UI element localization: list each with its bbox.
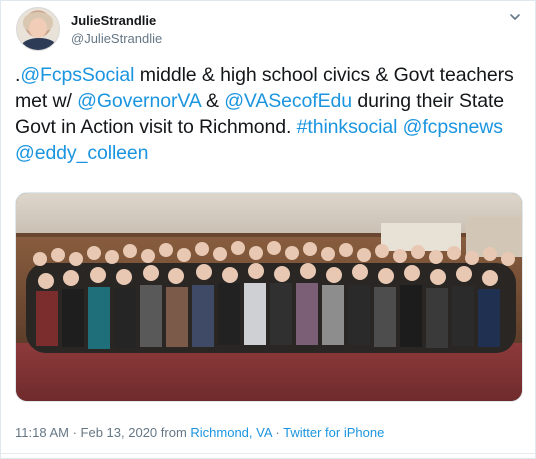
tweet-location-link[interactable]: Richmond, VA: [190, 425, 271, 440]
tweet-time[interactable]: 11:18 AM: [15, 425, 69, 440]
avatar-shoulders: [21, 38, 57, 50]
mention-link[interactable]: @eddy_colleen: [15, 142, 149, 164]
author-display-name[interactable]: JulieStrandlie: [71, 13, 156, 28]
tweet-meta: 11:18 AM · Feb 13, 2020 from Richmond, V…: [15, 425, 384, 440]
chevron-down-icon[interactable]: [509, 11, 521, 23]
tweet-text-segment: &: [200, 90, 225, 112]
mention-link[interactable]: @FcpsSocial: [20, 64, 134, 86]
tweet-photo[interactable]: [15, 192, 523, 402]
tweet-date[interactable]: Feb 13, 2020: [81, 425, 158, 440]
meta-separator: ·: [68, 425, 81, 440]
divider: [1, 453, 535, 454]
hashtag-link[interactable]: #thinksocial: [297, 116, 398, 138]
tweet-card: JulieStrandlie @JulieStrandlie .@FcpsSoc…: [0, 0, 536, 459]
group-photo: [16, 193, 522, 401]
tweet-text: .@FcpsSocial middle & high school civics…: [15, 62, 530, 166]
avatar-face: [29, 18, 47, 38]
mention-link[interactable]: @fcpsnews: [403, 116, 503, 138]
mention-link[interactable]: @VASecofEdu: [224, 90, 352, 112]
avatar[interactable]: [16, 7, 60, 51]
author-handle[interactable]: @JulieStrandlie: [71, 31, 162, 46]
mention-link[interactable]: @GovernorVA: [77, 90, 201, 112]
meta-from-label: from: [157, 425, 191, 440]
meta-separator: ·: [271, 425, 284, 440]
tweet-source-link[interactable]: Twitter for iPhone: [283, 425, 384, 440]
